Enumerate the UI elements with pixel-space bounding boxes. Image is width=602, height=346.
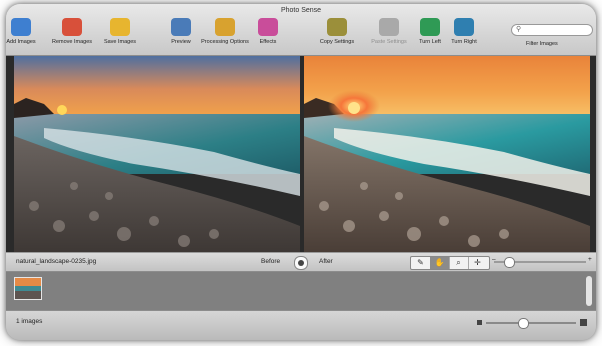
small-thumbs-icon xyxy=(477,320,482,325)
turn-left-button[interactable]: Turn Left xyxy=(415,18,445,52)
effects-icon xyxy=(258,18,278,36)
zoom-slider[interactable] xyxy=(494,257,586,268)
zoom-max-icon: + xyxy=(588,256,592,263)
processing-options-button[interactable]: Processing Options xyxy=(198,18,252,52)
effects-button[interactable]: Effects xyxy=(256,18,280,52)
turn-right-icon xyxy=(454,18,474,36)
view-tools: ✎ ✋ ⌕ ✛ xyxy=(410,256,490,270)
add-images-button[interactable]: Add Images xyxy=(6,18,36,52)
add-images-icon xyxy=(11,18,31,36)
image-thumbnail[interactable] xyxy=(14,277,42,300)
app-window: Photo Sense Add Images Remove Images Sav… xyxy=(6,4,596,340)
toolbar: Photo Sense Add Images Remove Images Sav… xyxy=(6,4,596,56)
image-viewer xyxy=(6,56,596,252)
before-label: Before xyxy=(261,258,281,265)
search-input[interactable]: ⚲ xyxy=(511,24,593,36)
turn-left-icon xyxy=(420,18,440,36)
preview-icon xyxy=(171,18,191,36)
thumbnail-size-slider[interactable] xyxy=(486,318,576,329)
search-icon: ⚲ xyxy=(516,26,522,33)
before-image[interactable] xyxy=(14,56,300,252)
copy-settings-button[interactable]: Copy Settings xyxy=(316,18,358,52)
status-bar: 1 images xyxy=(6,310,596,340)
window-title: Photo Sense xyxy=(280,7,322,14)
processing-options-icon xyxy=(215,18,235,36)
viewer-infobar: natural_landscape-0235.jpg Before After … xyxy=(6,252,596,272)
preview-button[interactable]: Preview xyxy=(168,18,194,52)
remove-images-button[interactable]: Remove Images xyxy=(50,18,94,52)
thumbnail-strip xyxy=(6,272,596,310)
turn-right-button[interactable]: Turn Right xyxy=(447,18,481,52)
crosshair-icon[interactable]: ✛ xyxy=(468,257,487,269)
copy-settings-icon xyxy=(327,18,347,36)
thumbnail-size-knob[interactable] xyxy=(518,318,529,329)
filename-label: natural_landscape-0235.jpg xyxy=(16,258,97,265)
save-images-button[interactable]: Save Images xyxy=(102,18,138,52)
paste-settings-button[interactable]: Paste Settings xyxy=(367,18,411,52)
after-image[interactable] xyxy=(304,56,590,252)
eyedropper-icon[interactable]: ✎ xyxy=(411,257,431,269)
before-after-toggle[interactable] xyxy=(294,256,308,270)
zoom-slider-knob[interactable] xyxy=(503,257,515,268)
filter-images-label: Filter Images xyxy=(526,41,558,47)
remove-images-icon xyxy=(62,18,82,36)
save-images-icon xyxy=(110,18,130,36)
vertical-scrollbar[interactable] xyxy=(586,276,592,306)
image-count: 1 images xyxy=(16,318,43,325)
large-thumbs-icon xyxy=(580,319,587,326)
toggle-knob-icon xyxy=(298,260,304,266)
after-label: After xyxy=(319,258,333,265)
paste-settings-icon xyxy=(379,18,399,36)
zoom-icon[interactable]: ⌕ xyxy=(449,257,469,269)
hand-icon[interactable]: ✋ xyxy=(430,257,450,269)
